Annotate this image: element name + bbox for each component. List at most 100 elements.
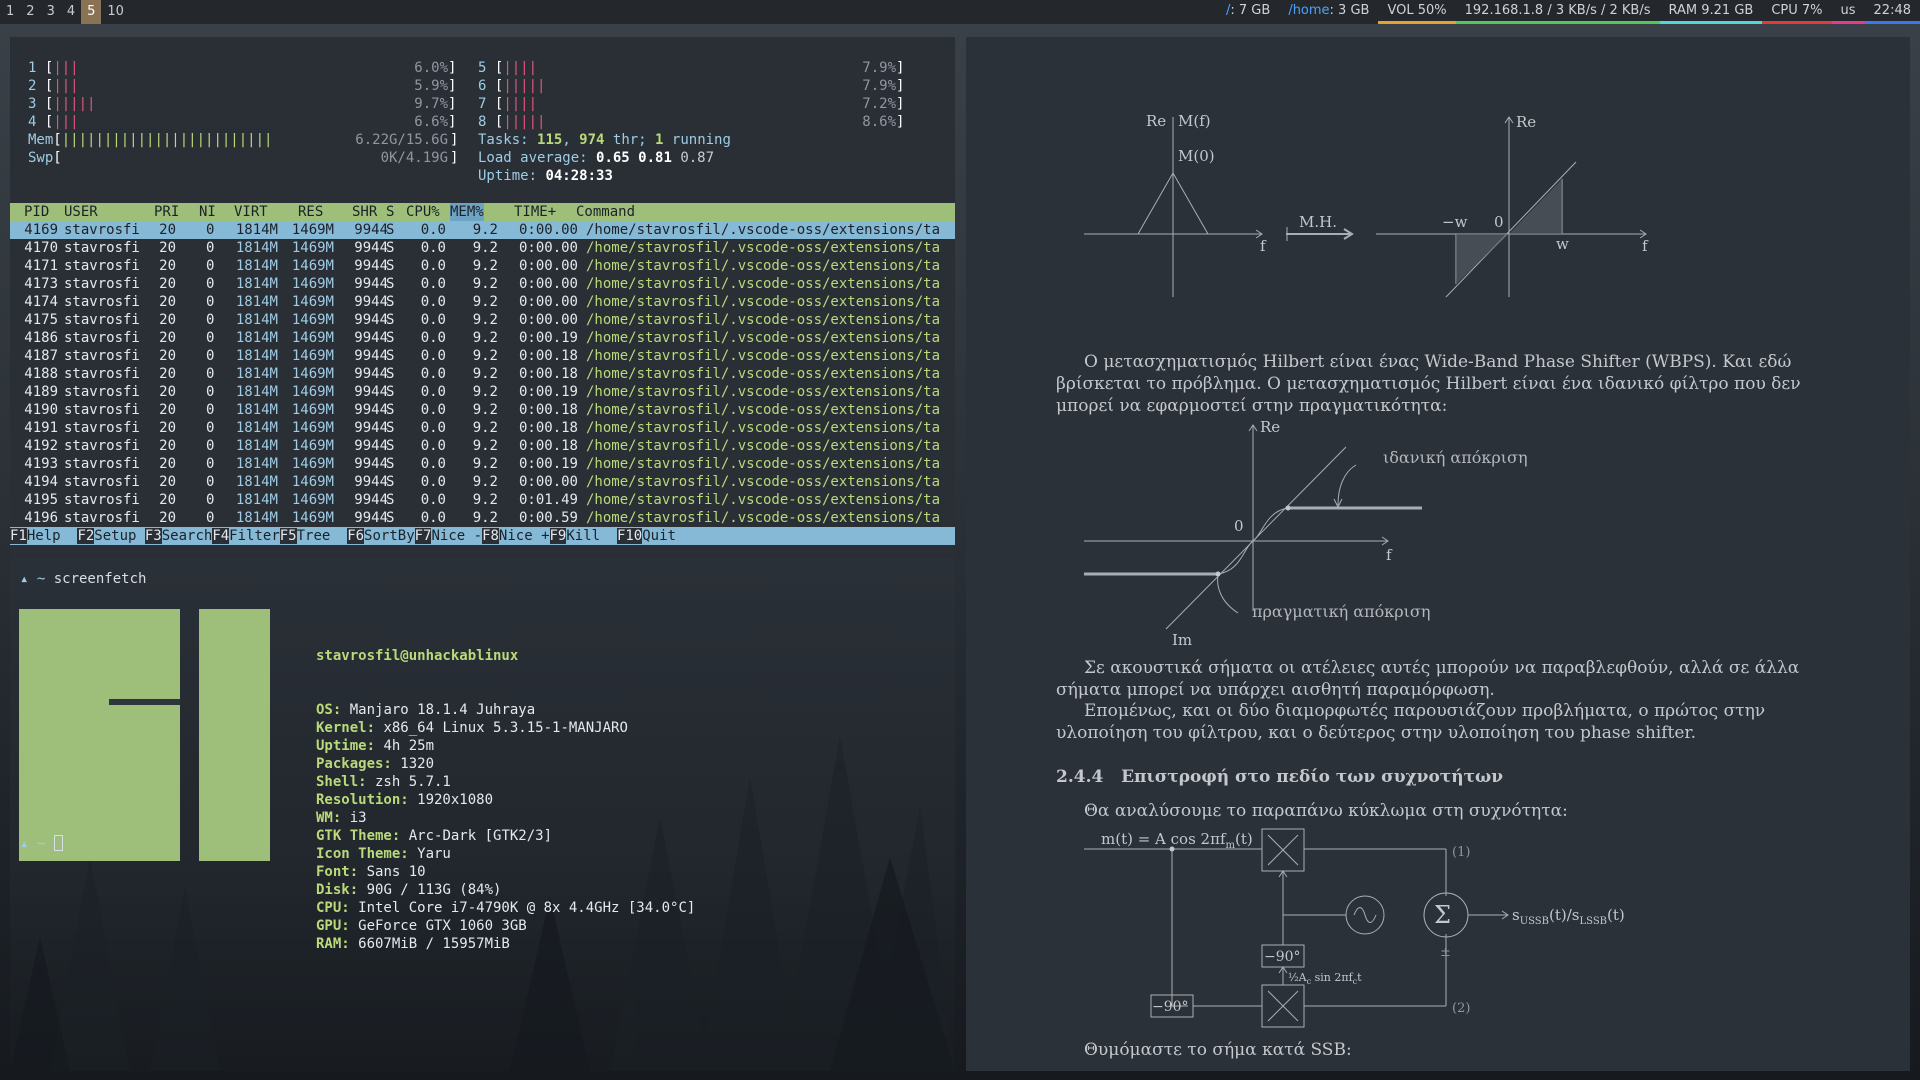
fkey-f1[interactable]: F1 — [10, 528, 27, 544]
fkey-label[interactable]: Setup — [94, 528, 145, 544]
fig1-re-right: Re — [1516, 113, 1536, 131]
process-row[interactable]: 4169 stavrosfi 20 0 1814M 1469M 9944 S 0.0 9.2 0:0… — [10, 221, 955, 239]
process-row[interactable]: 4189 stavrosfi 20 0 1814M 1469M 9944 S 0.0 9.2 0:0… — [10, 383, 955, 401]
cpu-value: 9.7% — [414, 96, 448, 112]
process-row[interactable]: 4171 stavrosfi 20 0 1814M 1469M 9944 S 0.0 9.2 0:0… — [10, 257, 955, 275]
fkey-f5[interactable]: F5 — [279, 528, 297, 544]
cell-virt: 1814M — [235, 348, 278, 364]
cell-user: stavrosfi — [64, 474, 140, 490]
workspace-2[interactable]: 2 — [20, 0, 40, 24]
col-time[interactable]: TIME+ — [514, 203, 556, 221]
cell-mem: 9.2 — [472, 456, 498, 472]
fkey-f7[interactable]: F7 — [414, 528, 432, 544]
fkey-f8[interactable]: F8 — [482, 528, 499, 544]
fig1-zero: 0 — [1494, 213, 1504, 231]
htop-function-key-bar: F1Help F2Setup F3SearchF4FilterF5Tree F6… — [10, 527, 955, 545]
fkey-label[interactable]: Search — [162, 528, 213, 544]
process-row[interactable]: 4191 stavrosfi 20 0 1814M 1469M 9944 S 0.0 9.2 0:0… — [10, 419, 955, 437]
col-user[interactable]: USER — [64, 203, 98, 221]
process-row[interactable]: 4174 stavrosfi 20 0 1814M 1469M 9944 S 0.0 9.2 0:0… — [10, 293, 955, 311]
process-row[interactable]: 4195 stavrosfi 20 0 1814M 1469M 9944 S 0.0 9.2 0:0… — [10, 491, 955, 509]
fkey-label[interactable]: Tree — [297, 528, 348, 544]
cell-cmd: /home/stavrosfil/.vscode-oss/extensions/… — [586, 402, 941, 418]
process-row[interactable]: 4170 stavrosfi 20 0 1814M 1469M 9944 S 0.0 9.2 0:0… — [10, 239, 955, 257]
paragraph-1: Ο μετασχηματισμός Hilbert είναι ένας Wid… — [1056, 352, 1801, 416]
fkey-label[interactable]: SortBy — [364, 528, 415, 544]
cell-res: 1469M — [291, 348, 334, 364]
fkey-f6[interactable]: F6 — [347, 528, 365, 544]
fkey-f10[interactable]: F10 — [616, 528, 643, 544]
fkey-label[interactable]: Quit — [642, 528, 676, 544]
info-line: Uptime: 4h 25m — [316, 738, 435, 754]
fig3-label-1: (1) — [1452, 845, 1470, 860]
cell-shr: 9944 — [354, 492, 388, 508]
prompt-line-2[interactable]: ▴ ~ — [20, 835, 63, 853]
fkey-label[interactable]: Filter — [229, 528, 280, 544]
workspace-1[interactable]: 1 — [0, 0, 20, 24]
cell-time: 0:01.49 — [518, 492, 578, 508]
fkey-f3[interactable]: F3 — [144, 528, 162, 544]
disk-root-block: /: 7 GB — [1217, 0, 1279, 24]
fkey-label[interactable]: Help — [27, 528, 78, 544]
paragraph-5: Θυμόμαστε το σήμα κατά SSB: — [1084, 1040, 1352, 1060]
cell-virt: 1814M — [235, 222, 278, 238]
process-row[interactable]: 4192 stavrosfi 20 0 1814M 1469M 9944 S 0.0 9.2 0:0… — [10, 437, 955, 455]
fkey-f9[interactable]: F9 — [549, 528, 567, 544]
col-shr[interactable]: SHR — [352, 203, 377, 221]
fkey-label[interactable]: Nice - — [431, 528, 482, 544]
cell-s: S — [386, 258, 395, 274]
cell-pid: 4186 — [24, 330, 58, 346]
keyboard-layout-block[interactable]: us — [1831, 0, 1865, 24]
cell-mem: 9.2 — [472, 276, 498, 292]
col-command[interactable]: Command — [576, 203, 635, 221]
cell-pri: 20 — [159, 294, 176, 310]
process-table[interactable]: PID USER PRI NI VIRT RES SHR S CPU% MEM%… — [10, 203, 955, 527]
cell-pid: 4194 — [24, 474, 58, 490]
pdf-viewer-window[interactable]: Re M(f) M(0) f M.H. Re −w 0 w f Im Ο μετ… — [966, 37, 1910, 1071]
cell-pri: 20 — [159, 420, 176, 436]
fkey-f2[interactable]: F2 — [77, 528, 95, 544]
network-text: 192.168.1.8 / 3 KB/s / 2 KB/s — [1464, 3, 1651, 18]
process-row[interactable]: 4193 stavrosfi 20 0 1814M 1469M 9944 S 0.0 9.2 0:0… — [10, 455, 955, 473]
process-row[interactable]: 4188 stavrosfi 20 0 1814M 1469M 9944 S 0.0 9.2 0:0… — [10, 365, 955, 383]
cell-mem: 9.2 — [472, 330, 498, 346]
process-row[interactable]: 4187 stavrosfi 20 0 1814M 1469M 9944 S 0.0 9.2 0:0… — [10, 347, 955, 365]
fig1-f-left: f — [1260, 237, 1267, 255]
fkey-label[interactable]: Kill — [566, 528, 617, 544]
process-row[interactable]: 4194 stavrosfi 20 0 1814M 1469M 9944 S 0.0 9.2 0:0… — [10, 473, 955, 491]
cpu-meter-8: 8 [||||| — [478, 114, 546, 130]
process-row[interactable]: 4173 stavrosfi 20 0 1814M 1469M 9944 S 0.0 9.2 0:0… — [10, 275, 955, 293]
cell-shr: 9944 — [354, 240, 388, 256]
cpu-meter-3: 3 [||||| — [28, 96, 96, 112]
col-pri[interactable]: PRI — [154, 203, 179, 221]
cell-pid: 4189 — [24, 384, 58, 400]
cell-ni: 0 — [206, 240, 215, 256]
col-mem-sorted[interactable]: MEM% — [450, 203, 484, 221]
fkey-label[interactable]: Nice + — [499, 528, 550, 544]
fkey-f4[interactable]: F4 — [212, 528, 230, 544]
process-row[interactable]: 4196 stavrosfi 20 0 1814M 1469M 9944 S 0.0 9.2 0:0… — [10, 509, 955, 527]
cell-ni: 0 — [206, 276, 215, 292]
workspace-3[interactable]: 3 — [41, 0, 61, 24]
cell-user: stavrosfi — [64, 438, 140, 454]
col-virt[interactable]: VIRT — [234, 203, 268, 221]
htop-window[interactable]: 1 [||| 6.0%] 2 [||| 5.9%] 3 [||||| 9.7%] 4 [||… — [10, 37, 955, 555]
workspace-5[interactable]: 5 — [81, 0, 102, 24]
process-row[interactable]: 4186 stavrosfi 20 0 1814M 1469M 9944 S 0.0 9.2 0:0… — [10, 329, 955, 347]
cell-cmd: /home/stavrosfil/.vscode-oss/extensions/… — [586, 456, 941, 472]
col-state[interactable]: S — [386, 203, 394, 221]
col-cpu[interactable]: CPU% — [406, 203, 440, 221]
process-table-header[interactable]: PID USER PRI NI VIRT RES SHR S CPU% MEM%… — [10, 203, 955, 221]
workspace-4[interactable]: 4 — [61, 0, 81, 24]
col-res[interactable]: RES — [298, 203, 323, 221]
paragraph-4: Θα αναλύσουμε το παραπάνω κύκλωμα στη συ… — [1084, 801, 1568, 821]
process-row[interactable]: 4175 stavrosfi 20 0 1814M 1469M 9944 S 0.0 9.2 0:0… — [10, 311, 955, 329]
terminal-window[interactable]: ▴ ~ screenfetch stavrosfil@unhackablinux… — [10, 557, 955, 1071]
cell-pid: 4173 — [24, 276, 58, 292]
cell-time: 0:00.00 — [518, 294, 578, 310]
col-ni[interactable]: NI — [199, 203, 216, 221]
workspace-10[interactable]: 10 — [101, 0, 130, 24]
col-pid[interactable]: PID — [24, 203, 49, 221]
volume-block[interactable]: VOL 50% — [1378, 0, 1456, 24]
process-row[interactable]: 4190 stavrosfi 20 0 1814M 1469M 9944 S 0.0 9.2 0:0… — [10, 401, 955, 419]
